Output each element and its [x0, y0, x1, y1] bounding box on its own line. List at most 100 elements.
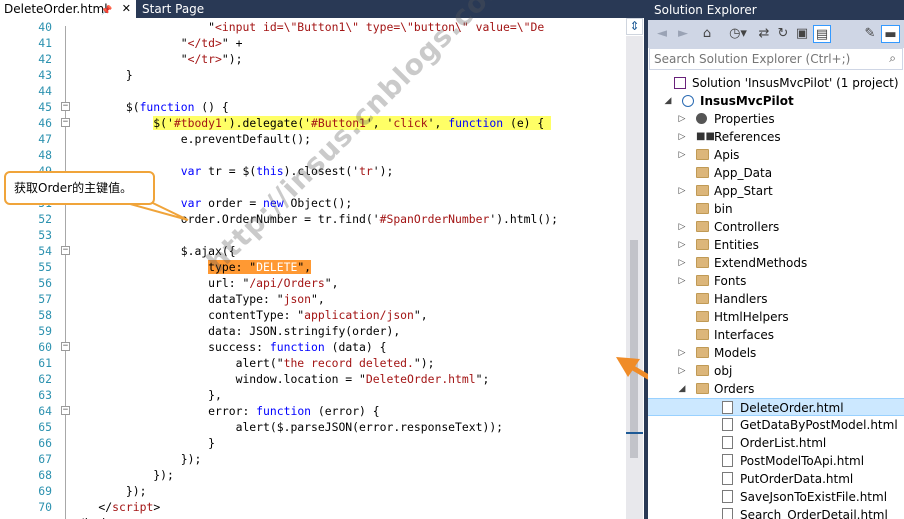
expand-icon[interactable]: ▷ [676, 110, 688, 128]
tree-item[interactable]: ▷ Entities [648, 236, 904, 254]
code-line[interactable]: 60− success: function (data) { [0, 339, 625, 355]
collapse-icon[interactable]: − [61, 342, 70, 351]
code-line[interactable]: 45− $(function () { [0, 99, 625, 115]
tab-start-page[interactable]: Start Page [138, 0, 258, 18]
sync-icon[interactable]: ⇄ [756, 25, 772, 43]
tree-item[interactable]: ▷ Apis [648, 146, 904, 164]
tree-item[interactable]: Interfaces [648, 326, 904, 344]
tree-item[interactable]: ▷ Models [648, 344, 904, 362]
collapse-icon[interactable]: − [61, 118, 70, 127]
pin-panel-icon[interactable]: ▬ [881, 25, 900, 43]
code-line[interactable]: 70 </script> [0, 499, 625, 515]
search-icon[interactable]: ⌕ [889, 51, 896, 66]
code-line[interactable]: 41 "</td>" + [0, 35, 625, 51]
tree-item[interactable]: OrderList.html [648, 434, 904, 452]
code-line[interactable]: 69 }); [0, 483, 625, 499]
refresh-icon[interactable]: ↻ [775, 25, 791, 43]
split-editor-icon[interactable]: ⇕ [626, 18, 643, 35]
code-line[interactable]: 43 } [0, 67, 625, 83]
expand-icon[interactable]: ▷ [676, 218, 688, 236]
tree-item[interactable]: ▷ Controllers [648, 218, 904, 236]
line-number: 42 [38, 52, 52, 66]
tree-item[interactable]: App_Data [648, 164, 904, 182]
code-text: contentType: "application/json", [71, 308, 428, 322]
collapse-all-icon[interactable]: ▣ [794, 25, 810, 43]
tree-item[interactable]: bin [648, 200, 904, 218]
code-line[interactable]: 67 }); [0, 451, 625, 467]
folder-icon [696, 365, 709, 376]
properties-icon[interactable]: ✎ [862, 25, 878, 43]
code-text: data: JSON.stringify(order), [71, 324, 401, 338]
expand-icon[interactable]: ▷ [676, 236, 688, 254]
code-line[interactable]: 46− $('#tbody1').delegate('#Button1', 'c… [0, 115, 625, 131]
code-line[interactable]: 58 contentType: "application/json", [0, 307, 625, 323]
show-all-files-icon[interactable]: ▤ [813, 25, 831, 43]
code-line[interactable]: 53 [0, 227, 625, 243]
tree-item[interactable]: ◢ Orders [648, 380, 904, 398]
code-editor[interactable]: DeleteOrder.html 📌 ✕ Start Page ⇕ 40 "<i… [0, 0, 645, 519]
forward-icon[interactable]: ► [675, 25, 691, 43]
folder-icon [696, 383, 709, 394]
tree-item[interactable]: ▷ Fonts [648, 272, 904, 290]
tree-item[interactable]: SaveJsonToExistFile.html [648, 488, 904, 506]
code-line[interactable]: 59 data: JSON.stringify(order), [0, 323, 625, 339]
tab-deleteorder[interactable]: DeleteOrder.html 📌 ✕ [0, 0, 136, 18]
search-input[interactable] [654, 51, 876, 67]
code-line[interactable]: 55 type: "DELETE", [0, 259, 625, 275]
code-line[interactable]: 57 dataType: "json", [0, 291, 625, 307]
expanded-icon[interactable]: ◢ [662, 92, 674, 110]
expand-icon[interactable]: ▷ [676, 344, 688, 362]
tree-item[interactable]: ◢ InsusMvcPilot [648, 92, 904, 110]
code-line[interactable]: 64− error: function (error) { [0, 403, 625, 419]
history-icon[interactable]: ◷▾ [726, 25, 750, 43]
expand-icon[interactable]: ▷ [676, 182, 688, 200]
code-line[interactable]: 44 [0, 83, 625, 99]
tree-item[interactable]: ▷ Properties [648, 110, 904, 128]
tree-item[interactable]: PutOrderData.html [648, 470, 904, 488]
tree-item[interactable]: PostModelToApi.html [648, 452, 904, 470]
tree-item[interactable]: ▷ ExtendMethods [648, 254, 904, 272]
code-line[interactable]: 56 url: "/api/Orders", [0, 275, 625, 291]
code-line[interactable]: 66 } [0, 435, 625, 451]
expand-icon[interactable]: ▷ [676, 128, 688, 146]
tree-item[interactable]: DeleteOrder.html [648, 398, 904, 416]
code-line[interactable]: 65 alert($.parseJSON(error.responseText)… [0, 419, 625, 435]
close-icon[interactable]: ✕ [122, 0, 131, 18]
search-box[interactable]: ⌕ [649, 48, 903, 70]
tree-item[interactable]: ▷ obj [648, 362, 904, 380]
code-line[interactable]: 63 }, [0, 387, 625, 403]
expand-icon[interactable]: ▷ [676, 254, 688, 272]
tree-item[interactable]: ▷ App_Start [648, 182, 904, 200]
code-line[interactable]: 52 order.OrderNumber = tr.find('#SpanOrd… [0, 211, 625, 227]
code-line[interactable]: 68 }); [0, 467, 625, 483]
code-line[interactable]: 62 window.location = "DeleteOrder.html"; [0, 371, 625, 387]
code-line[interactable]: 40 "<input id=\"Button1\" type=\"button\… [0, 19, 625, 35]
folder-icon [696, 275, 709, 286]
expand-icon[interactable]: ▷ [676, 362, 688, 380]
code-text: alert($.parseJSON(error.responseText)); [71, 420, 504, 434]
code-line[interactable]: 54− $.ajax({ [0, 243, 625, 259]
expanded-icon[interactable]: ◢ [676, 380, 688, 398]
collapse-icon[interactable]: − [61, 246, 70, 255]
code-line[interactable]: </body> [0, 515, 625, 519]
collapse-icon[interactable]: − [61, 102, 70, 111]
tree-item[interactable]: Solution 'InsusMvcPilot' (1 project) [648, 74, 904, 92]
code-line[interactable]: 42 "</tr>"); [0, 51, 625, 67]
code-line[interactable]: 61 alert("the record deleted."); [0, 355, 625, 371]
collapse-icon[interactable]: − [61, 406, 70, 415]
code-text: }); [71, 468, 174, 482]
solution-icon [674, 77, 686, 89]
code-text: type: "DELETE", [208, 260, 312, 274]
home-icon[interactable]: ⌂ [698, 25, 716, 43]
tree-item[interactable]: Handlers [648, 290, 904, 308]
tree-item[interactable]: GetDataByPostModel.html [648, 416, 904, 434]
code-area[interactable]: 40 "<input id=\"Button1\" type=\"button\… [0, 18, 625, 519]
expand-icon[interactable]: ▷ [676, 146, 688, 164]
references-icon: ■■ [696, 131, 715, 142]
back-icon[interactable]: ◄ [654, 25, 670, 43]
tree-item[interactable]: Search_OrderDetail.html [648, 506, 904, 519]
line-number: 54 [38, 244, 52, 258]
tree-item[interactable]: HtmlHelpers [648, 308, 904, 326]
expand-icon[interactable]: ▷ [676, 272, 688, 290]
tree-item[interactable]: ▷ ■■ References [648, 128, 904, 146]
